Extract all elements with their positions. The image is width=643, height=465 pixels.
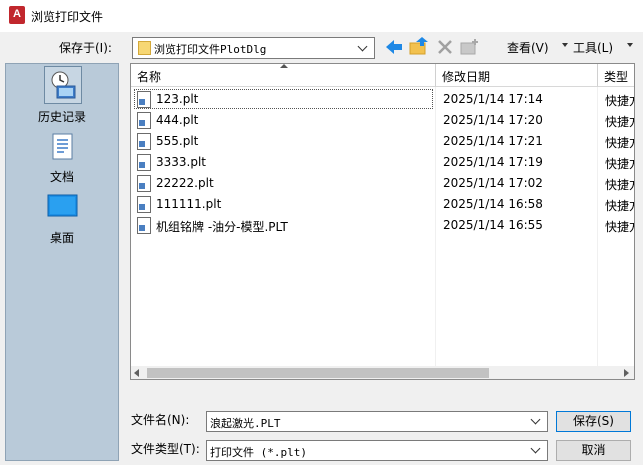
back-arrow-icon[interactable]: [384, 39, 404, 55]
file-date: 2025/1/14 17:20: [443, 113, 543, 127]
chevron-down-icon[interactable]: [357, 41, 368, 52]
new-folder-icon[interactable]: [460, 38, 480, 56]
places-bar: 历史记录 文档 桌面: [5, 63, 119, 461]
folder-icon: [138, 41, 151, 55]
view-dropdown-icon[interactable]: [562, 43, 568, 47]
tools-menu[interactable]: 工具(L): [573, 39, 613, 56]
file-row[interactable]: 3333.plt 2025/1/14 17:19 快捷方: [131, 152, 634, 173]
documents-icon[interactable]: [52, 133, 74, 161]
plt-file-icon: [137, 154, 151, 171]
filename-value: 浪起激光.PLT: [210, 417, 281, 430]
file-name: 444.plt: [156, 113, 199, 127]
file-row[interactable]: 555.plt 2025/1/14 17:21 快捷方: [131, 131, 634, 152]
file-type: 快捷方: [605, 136, 634, 150]
sort-up-icon: [280, 64, 288, 68]
filetype-value: 打印文件 (*.plt): [210, 446, 307, 459]
file-date: 2025/1/14 16:58: [443, 197, 543, 211]
places-label-history: 历史记录: [37, 110, 86, 124]
plt-file-icon: [137, 175, 151, 192]
plt-file-icon: [137, 91, 151, 108]
window-title: 浏览打印文件: [31, 10, 104, 24]
plt-file-icon: [137, 112, 151, 129]
file-date: 2025/1/14 17:19: [443, 155, 543, 169]
column-header-date[interactable]: 修改日期: [436, 64, 598, 87]
file-row[interactable]: 机组铭牌 -油分-模型.PLT 2025/1/14 16:55 快捷方: [131, 215, 634, 236]
cancel-button[interactable]: 取消: [556, 440, 631, 461]
file-row[interactable]: 111111.plt 2025/1/14 16:58 快捷方: [131, 194, 634, 215]
view-menu[interactable]: 查看(V): [507, 39, 549, 56]
file-type: 快捷方: [605, 199, 634, 213]
column-header-type[interactable]: 类型: [598, 64, 634, 87]
places-item-history[interactable]: [44, 66, 82, 104]
file-type: 快捷方: [605, 115, 634, 129]
file-type: 快捷方: [605, 157, 634, 171]
file-row[interactable]: 22222.plt 2025/1/14 17:02 快捷方: [131, 173, 634, 194]
scrollbar-thumb[interactable]: [147, 368, 489, 378]
chevron-down-icon[interactable]: [530, 414, 541, 425]
file-row[interactable]: 123.plt 2025/1/14 17:14 快捷方: [131, 89, 634, 110]
save-in-value: 浏览打印文件PlotDlg: [154, 43, 267, 56]
file-type: 快捷方: [605, 220, 634, 234]
plt-file-icon: [137, 196, 151, 213]
file-name: 555.plt: [156, 134, 199, 148]
file-type: 快捷方: [605, 94, 634, 108]
plt-file-icon: [137, 217, 151, 234]
file-date: 2025/1/14 16:55: [443, 218, 543, 232]
file-date: 2025/1/14 17:21: [443, 134, 543, 148]
save-in-dropdown[interactable]: 浏览打印文件PlotDlg: [132, 37, 375, 59]
save-in-label: 保存于(I):: [59, 41, 112, 55]
file-date: 2025/1/14 17:02: [443, 176, 543, 190]
autocad-app-icon: A: [9, 6, 25, 24]
file-row[interactable]: 444.plt 2025/1/14 17:20 快捷方: [131, 110, 634, 131]
filename-label: 文件名(N):: [131, 413, 190, 427]
tools-dropdown-icon[interactable]: [627, 43, 633, 47]
file-name: 3333.plt: [156, 155, 207, 169]
file-name: 111111.plt: [156, 197, 222, 211]
file-name: 机组铭牌 -油分-模型.PLT: [156, 220, 288, 234]
places-label-desktop: 桌面: [49, 231, 74, 245]
filetype-dropdown[interactable]: 打印文件 (*.plt): [206, 440, 548, 461]
up-folder-icon[interactable]: [409, 37, 429, 57]
plt-file-icon: [137, 133, 151, 150]
places-label-documents: 文档: [49, 170, 74, 184]
save-button[interactable]: 保存(S): [556, 411, 631, 432]
history-icon: [51, 71, 76, 99]
filetype-label: 文件类型(T):: [131, 442, 200, 456]
file-name: 22222.plt: [156, 176, 214, 190]
filename-input[interactable]: 浪起激光.PLT: [206, 411, 548, 432]
delete-icon[interactable]: [437, 39, 453, 55]
file-type: 快捷方: [605, 178, 634, 192]
chevron-down-icon[interactable]: [530, 443, 541, 454]
scroll-left-icon[interactable]: [134, 369, 139, 377]
file-name: 123.plt: [156, 92, 199, 106]
desktop-icon[interactable]: [47, 194, 79, 220]
file-list[interactable]: 名称 修改日期 类型 123.plt 2025/1/14 17:14 快捷方 4…: [130, 63, 635, 380]
file-date: 2025/1/14 17:14: [443, 92, 543, 106]
scroll-right-icon[interactable]: [624, 369, 629, 377]
